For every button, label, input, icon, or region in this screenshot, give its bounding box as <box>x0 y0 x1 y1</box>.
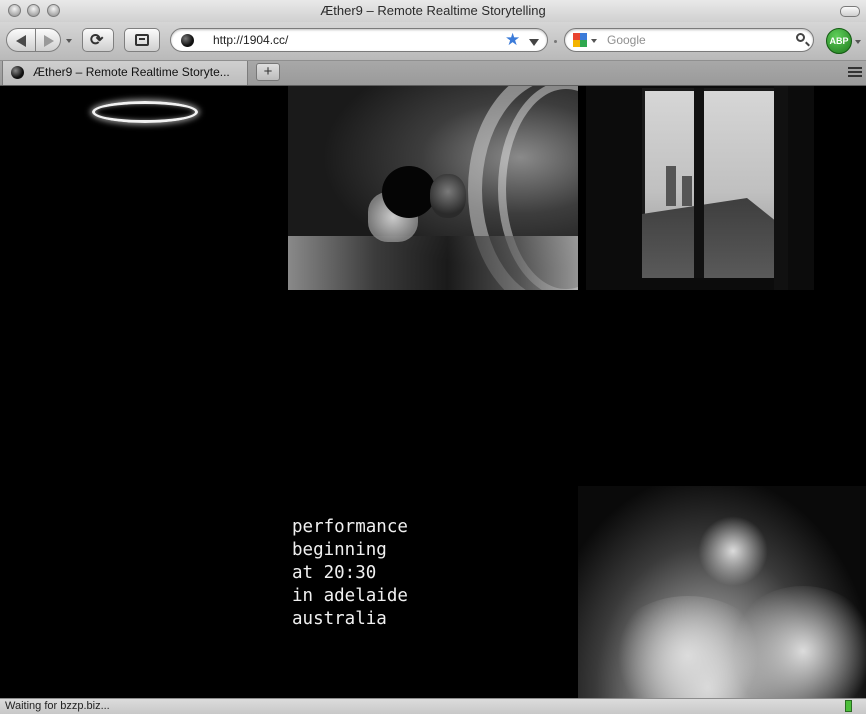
forward-button[interactable] <box>35 28 61 52</box>
google-engine-icon[interactable] <box>573 33 587 47</box>
forward-arrow-icon <box>44 35 54 47</box>
halo-ring-image <box>92 101 198 123</box>
back-arrow-icon <box>16 35 26 47</box>
url-bar[interactable]: http://1904.cc/ ★ <box>170 28 548 52</box>
tab-strip: Æther9 – Remote Realtime Storyte... + <box>0 61 866 86</box>
new-tab-button[interactable]: + <box>256 63 280 81</box>
announcement-line: australia <box>292 609 387 629</box>
search-icon[interactable] <box>796 33 805 42</box>
status-bar: Waiting for bzzp.biz... <box>0 698 866 714</box>
title-bar: Æther9 – Remote Realtime Storytelling <box>0 0 866 23</box>
tab-aether9[interactable]: Æther9 – Remote Realtime Storyte... <box>2 61 248 85</box>
webcam-video-smoke <box>578 486 866 698</box>
site-identity-icon[interactable] <box>181 34 194 47</box>
search-placeholder: Google <box>607 33 646 47</box>
window-title: Æther9 – Remote Realtime Storytelling <box>320 3 546 18</box>
bookmark-star-icon[interactable]: ★ <box>505 30 520 50</box>
engine-dropdown-icon[interactable] <box>591 39 597 43</box>
performance-announcement: performance beginning at 20:30 in adelai… <box>292 516 408 631</box>
toolbar-separator <box>554 40 557 43</box>
announcement-line: performance <box>292 517 408 537</box>
navigation-toolbar: ⟳ http://1904.cc/ ★ Google ABP <box>0 22 866 61</box>
home-icon <box>135 34 149 46</box>
status-indicator-icon <box>845 700 852 712</box>
page-content: performance beginning at 20:30 in adelai… <box>0 86 866 698</box>
tab-list-icon[interactable] <box>848 67 862 79</box>
history-dropdown-icon[interactable] <box>66 39 72 43</box>
announcement-line: at 20:30 <box>292 563 377 583</box>
search-input[interactable]: Google <box>564 28 814 52</box>
home-button[interactable] <box>124 28 160 52</box>
tab-favicon-icon <box>11 66 24 79</box>
webcam-video-performers <box>288 86 578 290</box>
toolbar-toggle-button[interactable] <box>840 6 860 17</box>
url-text[interactable]: http://1904.cc/ <box>213 33 288 47</box>
reload-button[interactable]: ⟳ <box>82 28 114 52</box>
reload-icon: ⟳ <box>90 32 104 49</box>
announcement-line: beginning <box>292 540 387 560</box>
webcam-video-window <box>586 86 814 290</box>
url-dropdown-icon[interactable] <box>529 39 539 46</box>
adblock-button[interactable]: ABP <box>826 28 852 54</box>
adblock-dropdown-icon[interactable] <box>855 40 861 44</box>
tab-label: Æther9 – Remote Realtime Storyte... <box>33 65 230 79</box>
announcement-line: in adelaide <box>292 586 408 606</box>
back-button[interactable] <box>6 28 36 52</box>
status-text: Waiting for bzzp.biz... <box>5 700 110 712</box>
